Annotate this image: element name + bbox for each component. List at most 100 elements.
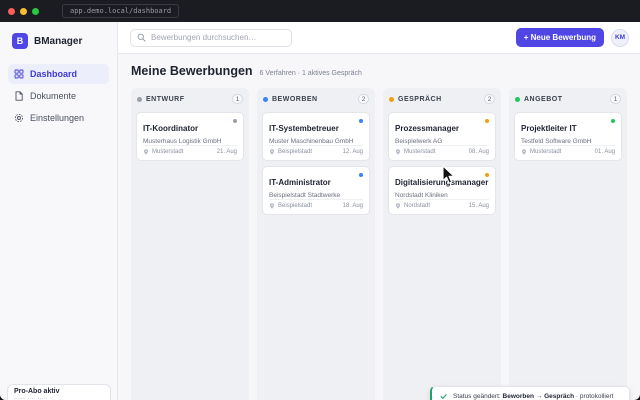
card-list: IT-Systembetreuer Muster Maschinenbau Gmb… bbox=[262, 112, 370, 215]
card-date: 12. Aug bbox=[342, 149, 363, 155]
close-window-dot[interactable] bbox=[8, 7, 15, 15]
toast-suffix: · protokolliert bbox=[574, 392, 614, 400]
card-list: Prozessmanager Beispielwerk AG Musterstadt… bbox=[388, 112, 496, 215]
card-status-dot bbox=[359, 173, 363, 177]
status-toast: Status geändert: Beworben → Gespräch · p… bbox=[430, 386, 630, 400]
location-pin-icon bbox=[396, 203, 400, 209]
card-location: Musterstadt bbox=[404, 149, 436, 155]
column-status-dot bbox=[515, 96, 520, 102]
column-title: ANGEBOT bbox=[524, 95, 563, 103]
page-title: Meine Bewerbungen bbox=[131, 64, 253, 78]
plan-title: Pro-Abo aktiv bbox=[14, 388, 60, 395]
card-location: Musterstadt bbox=[152, 149, 184, 155]
kanban-column: GESPRÄCH 2 Prozessmanager Beispielwerk AG Mu… bbox=[383, 88, 501, 400]
page-summary: 6 Verfahren · 1 aktives Gespräch bbox=[259, 70, 362, 77]
brand-logo: B bbox=[12, 33, 28, 49]
search-box[interactable] bbox=[130, 28, 292, 47]
address-bar[interactable]: app.demo.local/dashboard bbox=[62, 4, 180, 18]
card-date: 08. Aug bbox=[468, 149, 489, 155]
card-date: 15. Aug bbox=[468, 203, 489, 209]
card-date: 18. Aug bbox=[342, 203, 363, 209]
title-bar: app.demo.local/dashboard bbox=[0, 0, 640, 22]
card-list: IT-Koordinator Musterhaus Logistik GmbH Mu… bbox=[136, 112, 244, 161]
sidebar-item-einstellungen[interactable]: Einstellungen bbox=[8, 108, 109, 128]
brand[interactable]: B BManager bbox=[8, 32, 109, 50]
card-footer: Musterstadt 01. Aug bbox=[521, 145, 615, 155]
card-footer: Musterstadt 21. Aug bbox=[143, 145, 237, 155]
card-footer: Nordstadt 15. Aug bbox=[395, 199, 489, 209]
location-pin-icon bbox=[396, 149, 400, 155]
card-status-dot bbox=[611, 119, 615, 123]
card-title: Digitalisierungsmanager bbox=[395, 178, 489, 187]
card-footer: Beispielstadt 12. Aug bbox=[269, 145, 363, 155]
kanban-board: ENTWURF 1 IT-Koordinator Musterhaus Logisti… bbox=[131, 88, 627, 400]
sidebar-item-dashboard[interactable]: Dashboard bbox=[8, 64, 109, 84]
toast-to-status: Gespräch bbox=[544, 392, 575, 400]
application-card[interactable]: Digitalisierungsmanager Nordstadt Klinike… bbox=[388, 166, 496, 215]
sidebar-item-dokumente[interactable]: Dokumente bbox=[8, 86, 109, 106]
search-input[interactable] bbox=[151, 33, 281, 42]
card-company: Beispielwerk AG bbox=[395, 138, 443, 145]
card-location: Nordstadt bbox=[404, 203, 431, 209]
page-header: Meine Bewerbungen 6 Verfahren · 1 aktive… bbox=[131, 64, 362, 78]
application-card[interactable]: Projektleiter IT Testfeld Software GmbH Mu… bbox=[514, 112, 622, 161]
top-bar: + Neue Bewerbung KM bbox=[118, 22, 640, 54]
toast-from-status: Beworben bbox=[502, 392, 534, 400]
card-location: Musterstadt bbox=[530, 149, 562, 155]
app-body: B BManager Dashboard Dokumente Einstellung… bbox=[0, 22, 640, 400]
column-header: ANGEBOT 1 bbox=[514, 92, 622, 106]
toast-message: Status geändert: Beworben → Gespräch · p… bbox=[453, 393, 613, 400]
application-card[interactable]: IT-Koordinator Musterhaus Logistik GmbH Mu… bbox=[136, 112, 244, 161]
plan-status-box[interactable]: Pro-Abo aktiv ······ ···· ····· bbox=[7, 384, 111, 400]
toast-arrow: → bbox=[533, 392, 545, 400]
column-count-badge: 1 bbox=[610, 94, 621, 104]
card-location: Beispielstadt bbox=[278, 149, 313, 155]
column-title: ENTWURF bbox=[146, 95, 185, 103]
column-count-badge: 1 bbox=[232, 94, 243, 104]
sidebar-item-label: Dashboard bbox=[30, 69, 78, 79]
card-company: Nordstadt Kliniken bbox=[395, 192, 448, 199]
column-status-dot bbox=[389, 96, 394, 102]
column-status-dot bbox=[137, 96, 142, 102]
location-pin-icon bbox=[270, 203, 274, 209]
column-count-badge: 2 bbox=[484, 94, 495, 104]
new-application-button[interactable]: + Neue Bewerbung bbox=[515, 28, 604, 47]
card-status-dot bbox=[485, 119, 489, 123]
search-icon bbox=[137, 33, 146, 42]
location-pin-icon bbox=[522, 149, 526, 155]
card-title: Projektleiter IT bbox=[521, 124, 577, 133]
brand-name: BManager bbox=[34, 35, 83, 47]
column-header: ENTWURF 1 bbox=[136, 92, 244, 106]
minimize-window-dot[interactable] bbox=[20, 7, 27, 15]
card-status-dot bbox=[233, 119, 237, 123]
column-header: GESPRÄCH 2 bbox=[388, 92, 496, 106]
application-card[interactable]: Prozessmanager Beispielwerk AG Musterstadt… bbox=[388, 112, 496, 161]
card-footer: Musterstadt 08. Aug bbox=[395, 145, 489, 155]
card-footer: Beispielstadt 18. Aug bbox=[269, 199, 363, 209]
card-status-dot bbox=[485, 173, 489, 177]
app-window: app.demo.local/dashboard B BManager Dash… bbox=[0, 0, 640, 400]
sidebar-item-label: Einstellungen bbox=[30, 113, 85, 123]
maximize-window-dot[interactable] bbox=[32, 7, 39, 15]
card-title: IT-Systembetreuer bbox=[269, 124, 339, 133]
card-date: 01. Aug bbox=[594, 149, 615, 155]
card-company: Testfeld Software GmbH bbox=[521, 138, 592, 145]
location-pin-icon bbox=[270, 149, 274, 155]
toast-prefix: Status geändert: bbox=[453, 392, 503, 400]
card-title: IT-Administrator bbox=[269, 178, 331, 187]
card-company: Musterhaus Logistik GmbH bbox=[143, 138, 222, 145]
application-card[interactable]: IT-Administrator Beispielstadt Stadtwerke… bbox=[262, 166, 370, 215]
user-avatar[interactable]: KM bbox=[611, 28, 629, 47]
column-title: GESPRÄCH bbox=[398, 95, 442, 103]
kanban-column: ENTWURF 1 IT-Koordinator Musterhaus Logisti… bbox=[131, 88, 249, 400]
kanban-column: BEWORBEN 2 IT-Systembetreuer Muster Maschin… bbox=[257, 88, 375, 400]
card-status-dot bbox=[359, 119, 363, 123]
card-location: Beispielstadt bbox=[278, 203, 313, 209]
gear-icon bbox=[14, 113, 24, 123]
application-card[interactable]: IT-Systembetreuer Muster Maschinenbau Gmb… bbox=[262, 112, 370, 161]
sidebar: B BManager Dashboard Dokumente Einstellung… bbox=[0, 22, 118, 400]
card-date: 21. Aug bbox=[216, 149, 237, 155]
plan-subtitle: ······ ···· ····· bbox=[14, 396, 48, 400]
sidebar-nav: Dashboard Dokumente Einstellungen bbox=[8, 64, 109, 128]
card-company: Muster Maschinenbau GmbH bbox=[269, 138, 354, 145]
